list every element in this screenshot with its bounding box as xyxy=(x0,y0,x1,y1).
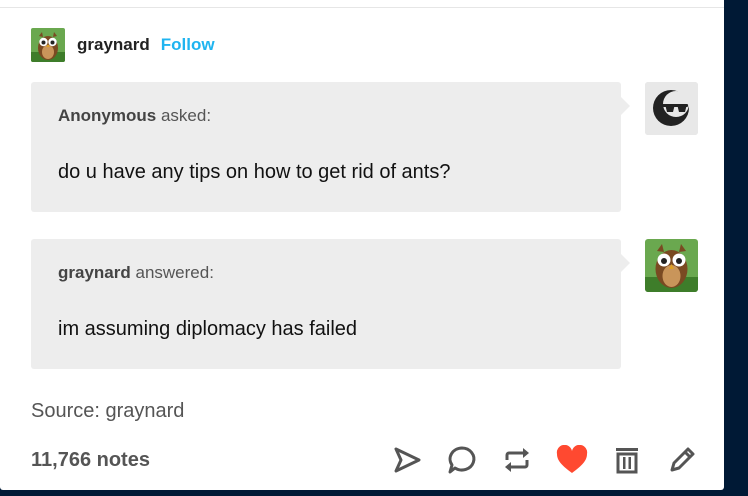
answerer-name[interactable]: graynard xyxy=(58,263,131,282)
edit-icon xyxy=(670,447,695,472)
like-button[interactable] xyxy=(553,441,591,479)
post-actions xyxy=(388,441,701,479)
delete-icon xyxy=(616,448,638,474)
asked-label: asked: xyxy=(160,106,212,125)
reblog-icon xyxy=(505,448,529,472)
answer-text: im assuming diplomacy has failed xyxy=(58,318,358,340)
delete-button[interactable] xyxy=(608,441,646,479)
follow-button[interactable]: Follow xyxy=(161,35,215,55)
ask-bubble: Anonymous asked: do u have any tips on h… xyxy=(31,82,630,212)
asker-line: Anonymous asked: xyxy=(58,106,211,126)
post-author[interactable]: graynard xyxy=(77,35,150,55)
edit-button[interactable] xyxy=(663,441,701,479)
anonymous-sunglasses-icon xyxy=(645,82,698,135)
post-card: graynard Follow Anonymous asked: do u ha… xyxy=(0,0,724,490)
reply-button[interactable] xyxy=(443,441,481,479)
answer-bubble: graynard answered: im assuming diplomacy… xyxy=(31,239,630,369)
asker-name: Anonymous xyxy=(58,106,157,125)
post-header: graynard Follow xyxy=(31,28,215,62)
divider xyxy=(0,7,724,8)
owl-avatar-icon[interactable] xyxy=(31,28,65,62)
post-source[interactable]: Source: graynard xyxy=(31,400,184,423)
owl-avatar-icon[interactable] xyxy=(645,239,698,292)
heart-icon xyxy=(556,445,588,473)
reply-icon xyxy=(448,446,476,474)
answered-label: answered: xyxy=(135,263,214,282)
reblog-button[interactable] xyxy=(498,441,536,479)
notes-count[interactable]: 11,766 notes xyxy=(31,449,150,472)
answerer-line: graynard answered: xyxy=(58,263,214,283)
share-icon xyxy=(394,447,421,473)
question-text: do u have any tips on how to get rid of … xyxy=(58,161,451,183)
share-button[interactable] xyxy=(388,441,426,479)
